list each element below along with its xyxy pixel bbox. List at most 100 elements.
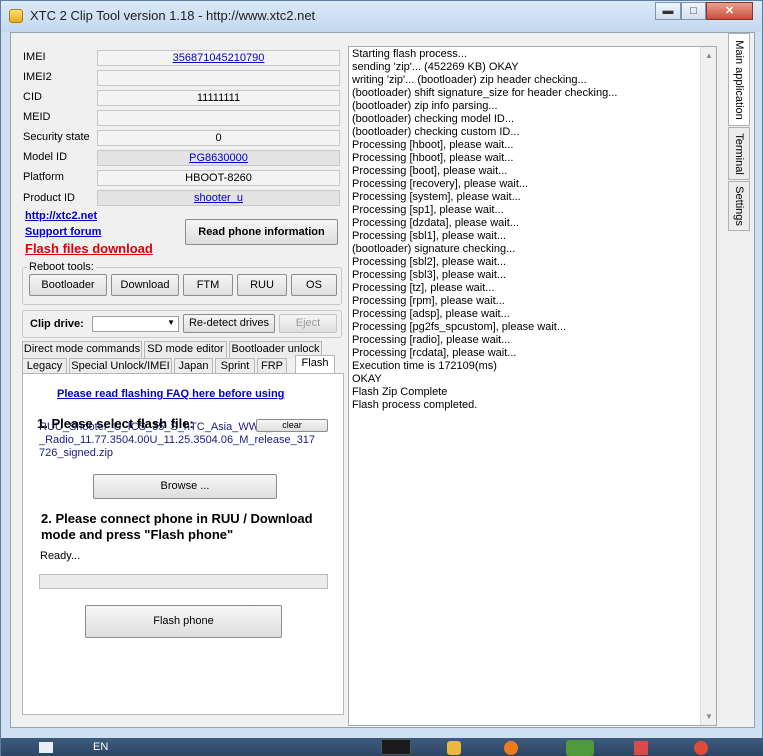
taskbar-download-manager-icon[interactable]	[566, 740, 594, 756]
log-line: Starting flash process...	[352, 48, 467, 60]
side-tab-terminal[interactable]: Terminal	[728, 127, 750, 180]
model-id-label: Model ID	[23, 151, 68, 163]
side-tab-settings-label: Settings	[733, 186, 745, 226]
ftm-button[interactable]: FTM	[183, 274, 233, 296]
log-line: Execution time is 172109(ms)	[352, 360, 497, 372]
taskbar-firefox-icon[interactable]	[504, 741, 518, 755]
security-state-field[interactable]: 0	[97, 130, 340, 146]
log-output[interactable]: Starting flash process... sending 'zip'..…	[348, 46, 717, 726]
log-line: Processing [rcdata], please wait...	[352, 347, 517, 359]
log-line: Processing [sp1], please wait...	[352, 204, 504, 216]
cid-label: CID	[23, 91, 42, 103]
ruu-button[interactable]: RUU	[237, 274, 287, 296]
meid-label: MEID	[23, 111, 51, 123]
support-forum-link[interactable]: Support forum	[25, 226, 101, 238]
client-area: IMEI 356871045210790 IMEI2 CID 11111111 …	[10, 32, 755, 728]
chevron-down-icon: ▼	[167, 318, 175, 327]
title-bar[interactable]: XTC 2 Clip Tool version 1.18 - http://ww…	[1, 1, 762, 32]
clip-drive-label: Clip drive:	[30, 318, 84, 330]
flashing-faq-link[interactable]: Please read flashing FAQ here before usi…	[57, 388, 284, 400]
browse-button[interactable]: Browse ...	[93, 474, 277, 499]
security-state-label: Security state	[23, 131, 90, 143]
side-tab-settings[interactable]: Settings	[728, 181, 750, 231]
app-icon	[9, 9, 23, 23]
log-line: Flash Zip Complete	[352, 386, 448, 398]
step1-label: 1. Please select flash file:	[37, 416, 194, 431]
step2-line-1: 2. Please connect phone in RUU / Downloa…	[41, 511, 313, 526]
xtc2-site-link[interactable]: http://xtc2.net	[25, 210, 97, 222]
tab-direct-mode-commands[interactable]: Direct mode commands	[22, 341, 142, 358]
log-line: Processing [rpm], please wait...	[352, 295, 505, 307]
minimize-button[interactable]: ▬	[655, 2, 681, 20]
tab-sd-mode-editor[interactable]: SD mode editor	[144, 341, 227, 358]
app-window: XTC 2 Clip Tool version 1.18 - http://ww…	[0, 0, 763, 756]
os-button[interactable]: OS	[291, 274, 337, 296]
log-line: Flash process completed.	[352, 399, 478, 411]
reboot-tools-label: Reboot tools:	[27, 261, 96, 273]
taskbar-app-icon[interactable]	[381, 739, 411, 755]
flash-tab-page: Please read flashing FAQ here before usi…	[22, 373, 344, 715]
redetect-drives-button[interactable]: Re-detect drives	[183, 314, 275, 333]
clear-button[interactable]: clear	[256, 419, 328, 432]
bootloader-button[interactable]: Bootloader	[29, 274, 107, 296]
imei2-label: IMEI2	[23, 71, 52, 83]
imei-label: IMEI	[23, 51, 46, 63]
meid-field[interactable]	[97, 110, 340, 126]
log-line: (bootloader) zip info parsing...	[352, 100, 498, 112]
product-id-label: Product ID	[23, 192, 75, 204]
product-id-field[interactable]: shooter_u	[97, 190, 340, 206]
log-line: (bootloader) checking custom ID...	[352, 126, 520, 138]
log-line: Processing [boot], please wait...	[352, 165, 508, 177]
log-line: Processing [pg2fs_spcustom], please wait…	[352, 321, 566, 333]
side-tab-terminal-label: Terminal	[733, 132, 745, 175]
log-line: Processing [sbl3], please wait...	[352, 269, 507, 281]
language-indicator[interactable]: EN	[93, 741, 108, 753]
step2-line-2: mode and press "Flash phone"	[41, 527, 234, 542]
imei-field[interactable]: 356871045210790	[97, 50, 340, 66]
scroll-up-arrow-icon[interactable]: ▲	[705, 51, 713, 60]
scroll-down-arrow-icon[interactable]: ▼	[705, 712, 713, 721]
maximize-button[interactable]: □	[681, 2, 706, 20]
log-line: sending 'zip'... (452269 KB) OKAY	[352, 61, 519, 73]
side-tab-main-application-label: Main application	[733, 39, 745, 120]
windows-start-icon[interactable]	[39, 742, 53, 753]
log-line: Processing [adsp], please wait...	[352, 308, 510, 320]
log-line: (bootloader) shift signature_size for he…	[352, 87, 618, 99]
log-line: Processing [sbl1], please wait...	[352, 230, 507, 242]
log-line: Processing [sbl2], please wait...	[352, 256, 507, 268]
model-id-field[interactable]: PG8630000	[97, 150, 340, 166]
log-lines: Starting flash process... sending 'zip'..…	[352, 48, 617, 412]
log-line: Processing [tz], please wait...	[352, 282, 495, 294]
taskbar: EN	[1, 738, 763, 756]
download-button[interactable]: Download	[111, 274, 179, 296]
read-phone-information-button[interactable]: Read phone information	[185, 219, 338, 245]
log-line: (bootloader) signature checking...	[352, 243, 516, 255]
taskbar-chrome-icon[interactable]	[694, 741, 708, 755]
tab-flash[interactable]: Flash	[295, 355, 335, 374]
log-line: (bootloader) checking model ID...	[352, 113, 515, 125]
eject-button[interactable]: Eject	[279, 314, 337, 333]
imei2-field[interactable]	[97, 70, 340, 86]
platform-field[interactable]: HBOOT-8260	[97, 170, 340, 186]
file-path-line-2: _Radio_11.77.3504.00U_11.25.3504.06_M_re…	[39, 434, 316, 446]
log-line: Processing [hboot], please wait...	[352, 139, 514, 151]
clip-drive-select[interactable]: ▼	[92, 316, 179, 332]
log-line: Processing [recovery], please wait...	[352, 178, 529, 190]
flash-progress-bar	[39, 574, 328, 589]
taskbar-apps-icon[interactable]	[634, 741, 648, 755]
side-tab-main-application[interactable]: Main application	[728, 33, 750, 126]
flash-phone-button[interactable]: Flash phone	[85, 605, 282, 638]
cid-field[interactable]: 11111111	[97, 90, 340, 106]
log-line: Processing [hboot], please wait...	[352, 152, 514, 164]
log-scrollbar[interactable]: ▲ ▼	[700, 47, 716, 725]
window-title: XTC 2 Clip Tool version 1.18 - http://ww…	[30, 8, 316, 23]
log-line: OKAY	[352, 373, 382, 385]
step2-instructions: 2. Please connect phone in RUU / Downloa…	[41, 511, 313, 543]
taskbar-clip-tool-icon[interactable]	[447, 741, 461, 755]
file-path-line-3: 726_signed.zip	[39, 447, 114, 459]
flash-files-download-link[interactable]: Flash files download	[25, 241, 153, 256]
flash-status: Ready...	[40, 550, 81, 562]
log-line: Processing [dzdata], please wait...	[352, 217, 519, 229]
close-button[interactable]: ✕	[706, 2, 753, 20]
platform-label: Platform	[23, 171, 64, 183]
